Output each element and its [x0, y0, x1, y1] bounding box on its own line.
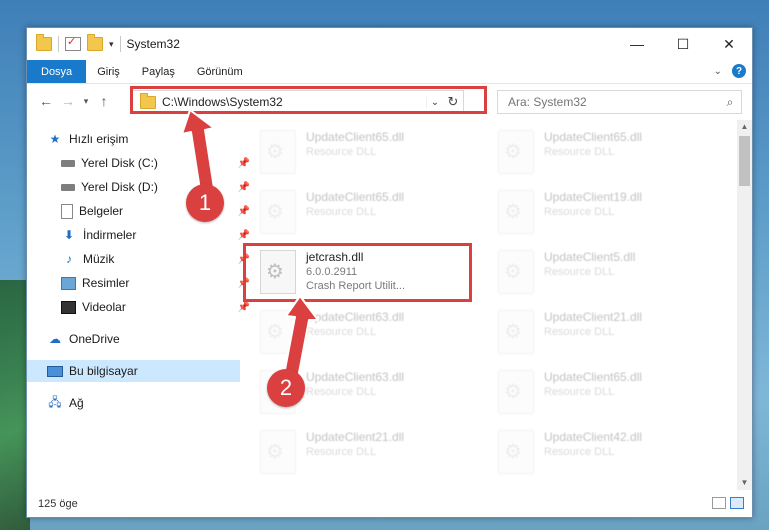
tab-dosya[interactable]: Dosya: [27, 60, 87, 83]
file-tile[interactable]: UpdateClient65.dllResource DLL: [252, 126, 482, 182]
scroll-up-icon[interactable]: ▲: [737, 120, 752, 134]
nav-item-downloads[interactable]: ⬇ İndirmeler 📌: [27, 224, 254, 246]
file-tile[interactable]: UpdateClient21.dllResource DLL: [490, 306, 720, 362]
file-list: UpdateClient65.dllResource DLL UpdateCli…: [227, 120, 737, 490]
file-tile-jetcrash[interactable]: jetcrash.dll 6.0.0.2911 Crash Report Uti…: [252, 246, 482, 302]
help-icon[interactable]: ?: [732, 64, 746, 78]
dll-file-icon: [498, 190, 534, 234]
nav-item-this-pc[interactable]: Bu bilgisayar: [27, 360, 240, 382]
nav-item-videos[interactable]: Videolar 📌: [27, 296, 254, 318]
dll-file-icon: [260, 130, 296, 174]
nav-item-network[interactable]: 🖧 Ağ: [27, 392, 240, 414]
dll-file-icon: [498, 250, 534, 294]
computer-icon: [47, 365, 63, 377]
minimize-button[interactable]: —: [614, 28, 660, 60]
search-input[interactable]: [498, 94, 719, 110]
file-tile[interactable]: UpdateClient65.dllResource DLL: [252, 186, 482, 242]
explorer-window: ▾ System32 — ☐ ✕ Dosya Giriş Paylaş Görü…: [26, 27, 753, 518]
step-1-badge: 1: [186, 184, 224, 222]
navigation-pane: ★ Hızlı erişim Yerel Disk (C:) 📌 Yerel D…: [27, 120, 250, 490]
file-tile[interactable]: UpdateClient65.dllResource DLL: [490, 126, 720, 182]
dll-file-icon: [260, 310, 296, 354]
file-version: 6.0.0.2911: [306, 266, 358, 278]
close-button[interactable]: ✕: [706, 28, 752, 60]
dll-file-icon: [498, 430, 534, 474]
pictures-icon: [61, 276, 76, 290]
dll-file-icon: [498, 130, 534, 174]
forward-arrow-icon[interactable]: →: [57, 93, 79, 109]
window-title: System32: [126, 37, 180, 51]
star-icon: ★: [49, 132, 61, 146]
address-bar[interactable]: C:\Windows\System32 ⌄ ↻: [132, 90, 464, 114]
customize-toolbar-icon[interactable]: ▾: [109, 39, 114, 50]
large-icons-view-icon[interactable]: [730, 497, 744, 509]
new-folder-icon[interactable]: [87, 34, 103, 51]
file-tile[interactable]: UpdateClient19.dllResource DLL: [490, 186, 720, 242]
folder-icon: [140, 92, 156, 109]
nav-item-music[interactable]: ♪ Müzik 📌: [27, 248, 254, 270]
dll-file-icon: [260, 190, 296, 234]
file-tile[interactable]: UpdateClient65.dllResource DLL: [490, 366, 720, 422]
status-bar: 125 öge: [27, 491, 752, 517]
search-icon[interactable]: ⌕: [719, 95, 741, 110]
properties-icon[interactable]: [65, 35, 81, 51]
tab-giris[interactable]: Giriş: [86, 60, 131, 83]
dll-file-icon: [498, 310, 534, 354]
download-icon: ⬇: [63, 228, 75, 242]
network-icon: 🖧: [48, 394, 62, 409]
expand-ribbon-icon[interactable]: ⌄: [714, 66, 722, 77]
address-dropdown-icon[interactable]: ⌄: [426, 96, 443, 108]
video-icon: [61, 300, 76, 314]
scroll-thumb[interactable]: [739, 136, 750, 186]
file-tile[interactable]: UpdateClient21.dllResource DLL: [252, 426, 482, 482]
dll-file-icon: [260, 250, 296, 294]
details-view-icon[interactable]: [712, 497, 726, 509]
document-icon: [61, 203, 73, 219]
tab-paylas[interactable]: Paylaş: [131, 60, 186, 83]
file-name: jetcrash.dll: [306, 250, 364, 264]
window-controls: — ☐ ✕: [614, 28, 752, 60]
vertical-scrollbar[interactable]: ▲ ▼: [737, 120, 752, 490]
dll-file-icon: [498, 370, 534, 414]
folder-icon: [36, 34, 52, 51]
nav-item-pictures[interactable]: Resimler 📌: [27, 272, 254, 294]
nav-item-local-disk-c[interactable]: Yerel Disk (C:) 📌: [27, 152, 254, 174]
title-bar: ▾ System32 — ☐ ✕: [27, 28, 752, 60]
nav-item-onedrive[interactable]: ☁ OneDrive: [27, 328, 240, 350]
nav-item-quick-access[interactable]: ★ Hızlı erişim: [27, 128, 240, 150]
back-arrow-icon[interactable]: ←: [35, 93, 57, 109]
music-icon: ♪: [66, 252, 72, 266]
file-tile[interactable]: UpdateClient63.dllResource DLL: [252, 306, 482, 362]
disk-icon: [61, 183, 75, 191]
item-count: 125 öge: [38, 498, 78, 510]
quick-access-toolbar: ▾: [27, 34, 121, 52]
ribbon-tabs: Dosya Giriş Paylaş Görünüm ⌄ ?: [27, 60, 752, 84]
scroll-down-icon[interactable]: ▼: [737, 476, 752, 490]
dll-file-icon: [260, 430, 296, 474]
up-arrow-icon[interactable]: ↑: [93, 93, 115, 109]
recent-locations-icon[interactable]: ▾: [79, 96, 93, 107]
file-tile[interactable]: UpdateClient5.dllResource DLL: [490, 246, 720, 302]
step-2-badge: 2: [267, 369, 305, 407]
maximize-button[interactable]: ☐: [660, 28, 706, 60]
tab-gorunum[interactable]: Görünüm: [186, 60, 254, 83]
cloud-icon: ☁: [49, 332, 61, 346]
search-box[interactable]: ⌕: [497, 90, 742, 114]
address-row: ← → ▾ ↑ C:\Windows\System32 ⌄ ↻ ⌕: [27, 84, 752, 118]
refresh-icon[interactable]: ↻: [443, 94, 463, 110]
address-path[interactable]: C:\Windows\System32: [162, 95, 426, 109]
file-description: Crash Report Utilit...: [306, 280, 406, 292]
file-tile[interactable]: UpdateClient42.dllResource DLL: [490, 426, 720, 482]
disk-icon: [61, 159, 75, 167]
